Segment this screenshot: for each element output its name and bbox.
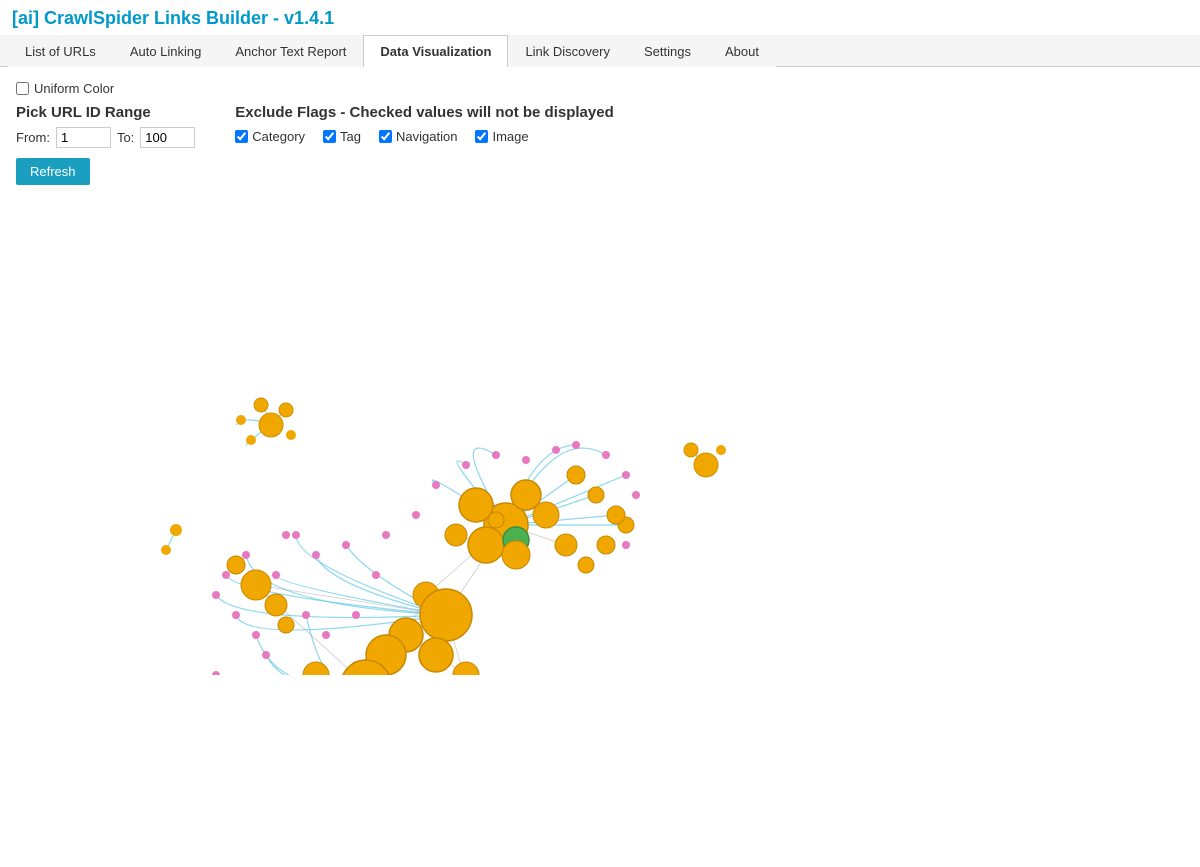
flag-category-checkbox[interactable] [235, 130, 248, 143]
from-label: From: [16, 130, 50, 145]
flag-image-checkbox[interactable] [475, 130, 488, 143]
flag-image: Image [475, 129, 528, 144]
tab-list-of-urls[interactable]: List of URLs [8, 35, 113, 67]
to-label: To: [117, 130, 134, 145]
flag-tag-checkbox[interactable] [323, 130, 336, 143]
flag-navigation-checkbox[interactable] [379, 130, 392, 143]
main-content: Uniform Color Pick URL ID Range From: To… [0, 67, 1200, 689]
controls-row: Pick URL ID Range From: To: Refresh Excl… [16, 104, 1184, 185]
to-input[interactable] [140, 127, 195, 148]
app-title: [ai] CrawlSpider Links Builder - v1.4.1 [0, 0, 1200, 35]
flags-row: Category Tag Navigation Image [235, 129, 1184, 144]
tab-bar: List of URLs Auto Linking Anchor Text Re… [0, 35, 1200, 67]
refresh-button[interactable]: Refresh [16, 158, 90, 185]
from-input[interactable] [56, 127, 111, 148]
flag-navigation: Navigation [379, 129, 457, 144]
visualization-svg [16, 195, 1184, 675]
exclude-flags-title: Exclude Flags - Checked values will not … [235, 104, 1184, 121]
flag-image-label: Image [492, 129, 528, 144]
main-nodes-group [161, 398, 726, 675]
visualization-area [16, 195, 1184, 675]
right-controls: Exclude Flags - Checked values will not … [235, 104, 1184, 144]
flag-category-label: Category [252, 129, 305, 144]
uniform-color-checkbox[interactable] [16, 82, 29, 95]
flag-tag-label: Tag [340, 129, 361, 144]
uniform-color-label: Uniform Color [34, 81, 114, 96]
tab-data-visualization[interactable]: Data Visualization [363, 35, 508, 67]
tab-settings[interactable]: Settings [627, 35, 708, 67]
flag-navigation-label: Navigation [396, 129, 457, 144]
uniform-color-row: Uniform Color [16, 81, 1184, 96]
tab-about[interactable]: About [708, 35, 776, 67]
range-inputs: From: To: [16, 127, 195, 148]
flag-tag: Tag [323, 129, 361, 144]
left-controls: Pick URL ID Range From: To: Refresh [16, 104, 195, 185]
tab-anchor-text-report[interactable]: Anchor Text Report [218, 35, 363, 67]
pick-range-label: Pick URL ID Range [16, 104, 195, 121]
tab-link-discovery[interactable]: Link Discovery [508, 35, 627, 67]
flag-category: Category [235, 129, 305, 144]
tab-auto-linking[interactable]: Auto Linking [113, 35, 219, 67]
